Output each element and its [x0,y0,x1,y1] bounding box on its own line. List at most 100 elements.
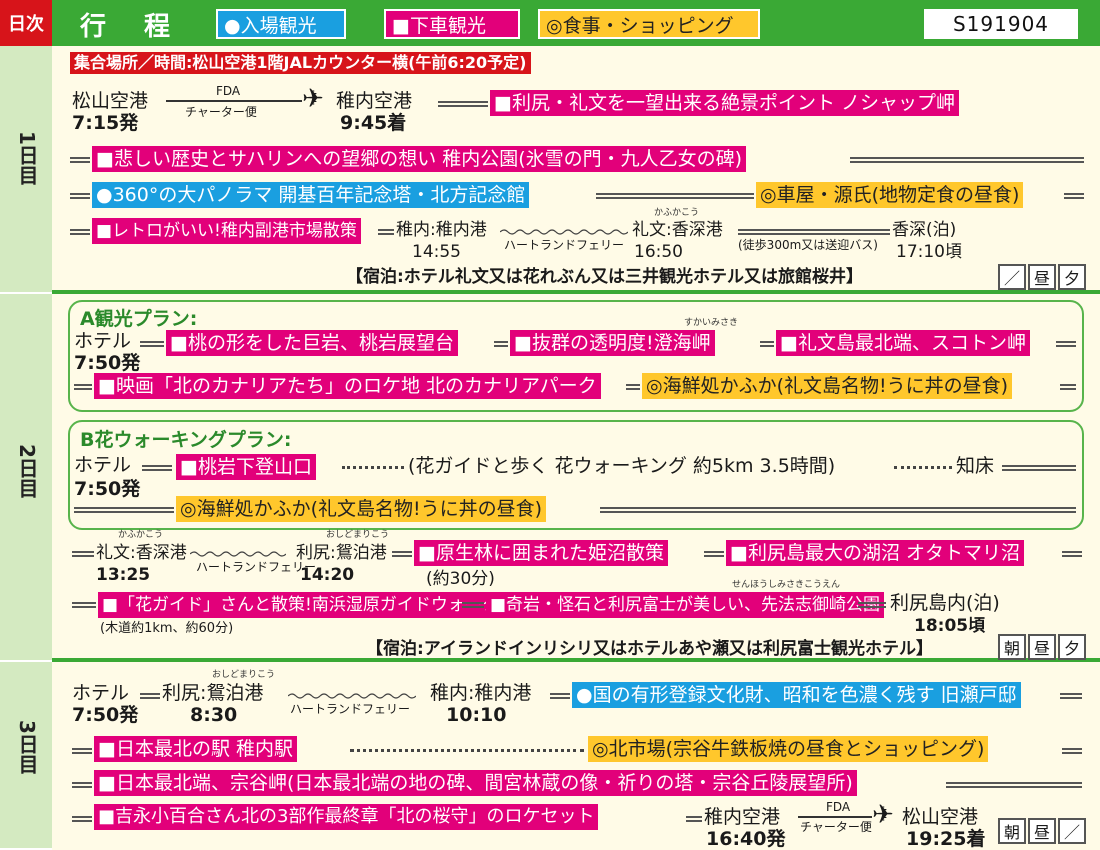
ferry-arrival-time: 16:50 [634,242,683,262]
route-line [74,507,174,513]
route-line [1060,384,1076,390]
stop-senposhi-park: ■奇岩・怪石と利尻富士が美しい、先法志御崎公園 [486,592,885,618]
flight-carrier: FDA [216,84,241,98]
day1-column: 1日目 [0,46,52,294]
meal-kita-ichiba: ◎北市場(宗谷牛鉄板焼の昼食とショッピング) [588,736,989,762]
route-line [1062,551,1082,557]
day2-label: 2日目 [15,444,39,498]
ferry-departure-time: 8:30 [190,704,238,726]
ferry-arrival-time: 14:20 [300,565,355,585]
route-line [140,693,160,699]
stop-minamihama-wetland: ■「花ガイド」さんと散策!南浜湿原ガイドウォーク [98,592,503,618]
oshidomari-port: 利尻:鴛泊港 [162,682,264,704]
wakkanai-airport: 稚内空港 [336,90,413,112]
header-bar: 日次 行程 ●入場観光 ■下車観光 ◎食事・ショッピング S191904 [0,0,1100,46]
stop-canaria-park: ■映画「北のカナリアたち」のロケ地 北のカナリアパーク [94,373,601,399]
walk-dots [342,466,404,469]
meal-breakfast: 朝 [998,634,1026,660]
arrival-time: 9:45着 [340,112,407,134]
stop-soya-cape: ■日本最北端、宗谷岬(日本最北端の地の碑、間宮林蔵の像・祈りの塔・宗谷丘陵展望所… [94,770,857,796]
oshidomari-port: 利尻:鴛泊港 [296,543,387,563]
legend-entry-meal-shopping: ◎食事・ショッピング [538,9,760,39]
furigana-sukai: すかいみさき [684,318,739,328]
flight-type: チャーター便 [185,105,257,119]
flight-line [166,100,302,102]
flight-carrier: FDA [826,800,851,814]
route-line [600,507,1076,513]
route-line [438,101,488,107]
furigana-kafuka: かふかこう [118,530,164,540]
route-line [704,551,724,557]
flower-walk-note: (花ガイドと歩く 花ウォーキング 約5km 3.5時間) [408,455,836,477]
matsuyama-airport: 松山空港 [902,806,979,828]
plan-a-departure: 7:50発 [74,352,141,374]
day2-hotel-note: 【宿泊:アイランドインリシリ又はホテルあや瀬又は利尻富士観光ホテル】 [366,639,933,659]
stop-momoiwa-trailhead: ■桃岩下登山口 [176,454,316,480]
arrival-rishiri-time: 18:05頃 [914,616,986,636]
route-line [378,229,394,235]
plan-b-hotel: ホテル [74,454,132,476]
route-line [596,193,754,199]
meal-breakfast: ／ [998,264,1026,290]
wakkanai-airport: 稚内空港 [704,806,781,828]
ferry-route-wave [500,229,628,235]
route-line [70,229,90,235]
day3-departure: 7:50発 [72,704,139,726]
flight-line [798,816,872,818]
stop-sukoton-cape: ■礼文島最北端、スコトン岬 [776,330,1030,356]
legend-entry-drop-off: ■下車観光 [384,9,520,39]
route-line [494,341,508,347]
arrival-time: 19:25着 [906,828,986,850]
day3-hotel: ホテル [72,682,130,704]
meal-kurumaya-genji: ◎車屋・源氏(地物定食の昼食) [756,182,1024,208]
route-line [72,782,92,788]
furigana-oshidomari: おしどまりこう [212,670,276,680]
route-line [686,816,702,822]
rishiri-stay: 利尻島内(泊) [890,592,1000,614]
ferry-name: ハートランドフェリー [504,238,625,252]
meal-lunch: 昼 [1028,634,1056,660]
route-line [1056,341,1076,347]
departure-time: 7:15発 [72,112,139,134]
wakkanai-port: 稚内:稚内港 [430,682,532,704]
wetland-walk-note: (木道約1km、約60分) [100,621,234,636]
day3-label: 3日目 [15,720,39,774]
stop-himenuma: ■原生林に囲まれた姫沼散策 [414,540,668,566]
meal-kafuka-b: ◎海鮮処かふか(礼文島名物!うに丼の昼食) [176,496,547,522]
legend-entry-admission: ●入場観光 [216,9,346,39]
page-title: 行程 [80,12,209,42]
plan-b-title: B花ウォーキングプラン: [80,429,292,451]
route-line [1062,748,1082,754]
route-line [1060,693,1082,699]
stop-wakkanai-station: ■日本最北の駅 稚内駅 [94,736,297,762]
plan-a-hotel: ホテル [74,330,132,352]
route-line [140,341,164,347]
wakkanai-port: 稚内:稚内港 [396,220,487,240]
ferry-route-wave [288,693,416,699]
walk-dots [350,749,584,752]
ferry-departure-time: 13:25 [96,565,151,585]
meal-kafuka-a: ◎海鮮処かふか(礼文島名物!うに丼の昼食) [642,373,1013,399]
stop-momoiwa-observatory: ■桃の形をした巨岩、桃岩展望台 [166,330,458,356]
stop-wakkanai-park: ■悲しい歴史とサハリンへの望郷の想い 稚内公園(氷雪の門・九人乙女の碑) [92,146,747,172]
meal-lunch: 昼 [1028,818,1056,844]
himenuma-duration: (約30分) [426,569,495,589]
furigana-oshidomari: おしどまりこう [326,530,390,540]
route-line [70,193,90,199]
kafuka-port: 礼文:香深港 [96,543,187,563]
route-line [1064,193,1084,199]
walk-dots [894,466,952,469]
meal-dinner: ／ [1058,818,1086,844]
furigana-kafuka: かふかこう [654,208,700,218]
day2-column: 2日目 [0,294,52,662]
meal-lunch: 昼 [1028,264,1056,290]
route-line [760,341,774,347]
departure-time: 16:40発 [706,828,786,850]
stop-centennial-tower: ●360°の大パノラマ 開基百年記念塔・北方記念館 [92,182,530,208]
day-column-header: 日次 [0,0,52,46]
airplane-icon: ✈ [872,800,894,830]
route-line [1002,465,1076,471]
plan-a-title: A観光プラン: [80,308,198,330]
shiretoko: 知床 [956,455,995,477]
route-line [738,229,890,235]
